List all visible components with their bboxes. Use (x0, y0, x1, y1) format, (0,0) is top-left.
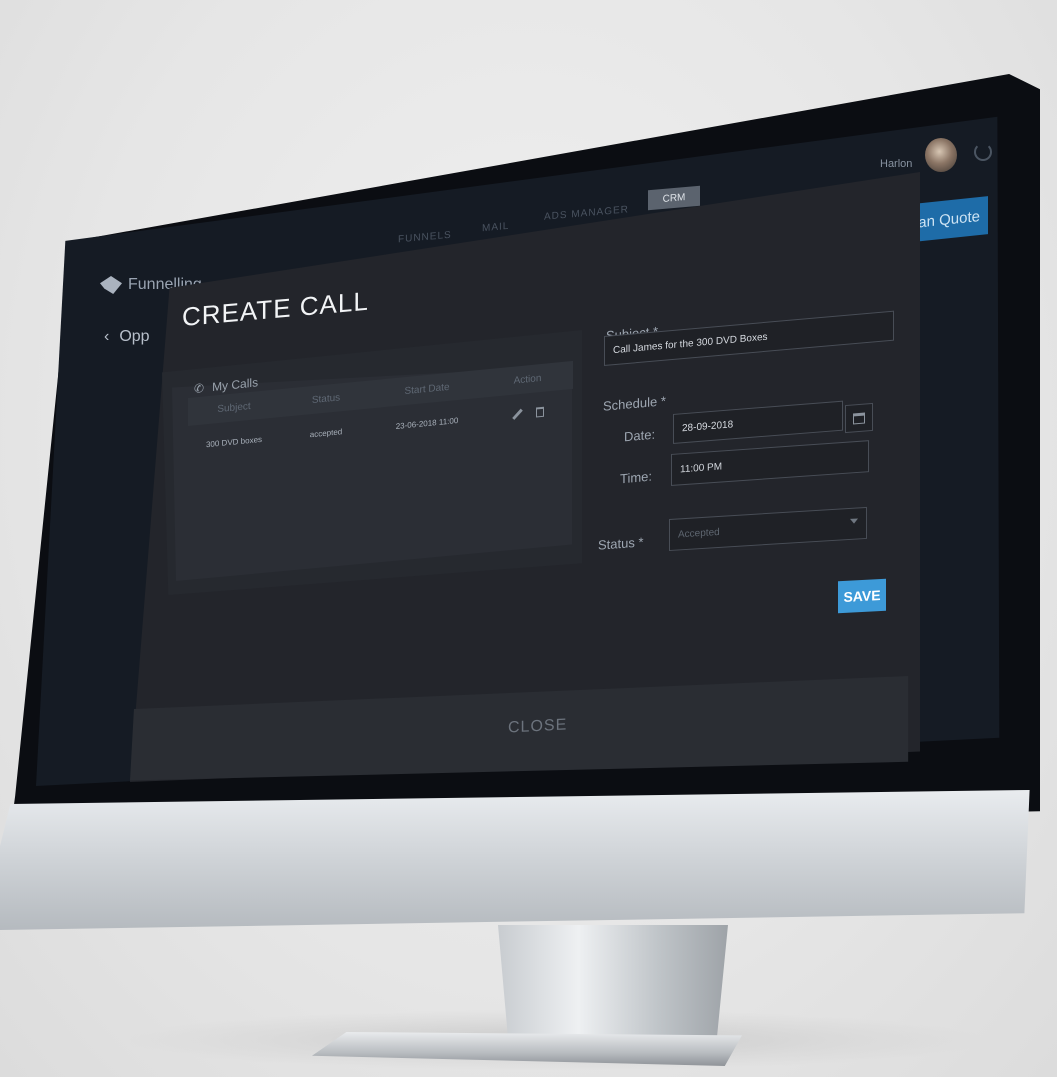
logo-icon (100, 276, 122, 294)
monitor: Funnelling ‹ Opp FUNNELS MAIL ADS MANAGE… (0, 0, 1057, 1077)
date-picker-button[interactable] (845, 402, 873, 434)
calendar-icon (853, 412, 865, 424)
quote-button[interactable]: an Quote (914, 196, 988, 242)
save-button[interactable]: SAVE (838, 578, 886, 614)
back-link[interactable]: ‹ Opp (104, 328, 150, 346)
edit-icon[interactable] (512, 409, 522, 420)
time-label: Time: (620, 468, 653, 487)
status-label: Status * (598, 534, 644, 553)
date-label: Date: (624, 426, 656, 445)
chevron-left-icon: ‹ (104, 328, 110, 345)
trash-icon[interactable] (535, 406, 544, 418)
power-icon[interactable] (974, 143, 992, 161)
page-title: Opp (119, 328, 150, 345)
close-button[interactable]: CLOSE (508, 716, 567, 737)
avatar[interactable] (925, 138, 957, 172)
chevron-down-icon (850, 518, 858, 524)
user-name: Harlon (880, 158, 913, 170)
status-select-value: Accepted (678, 526, 720, 540)
monitor-chin (0, 790, 1030, 930)
quote-button-label: an Quote (918, 207, 980, 231)
